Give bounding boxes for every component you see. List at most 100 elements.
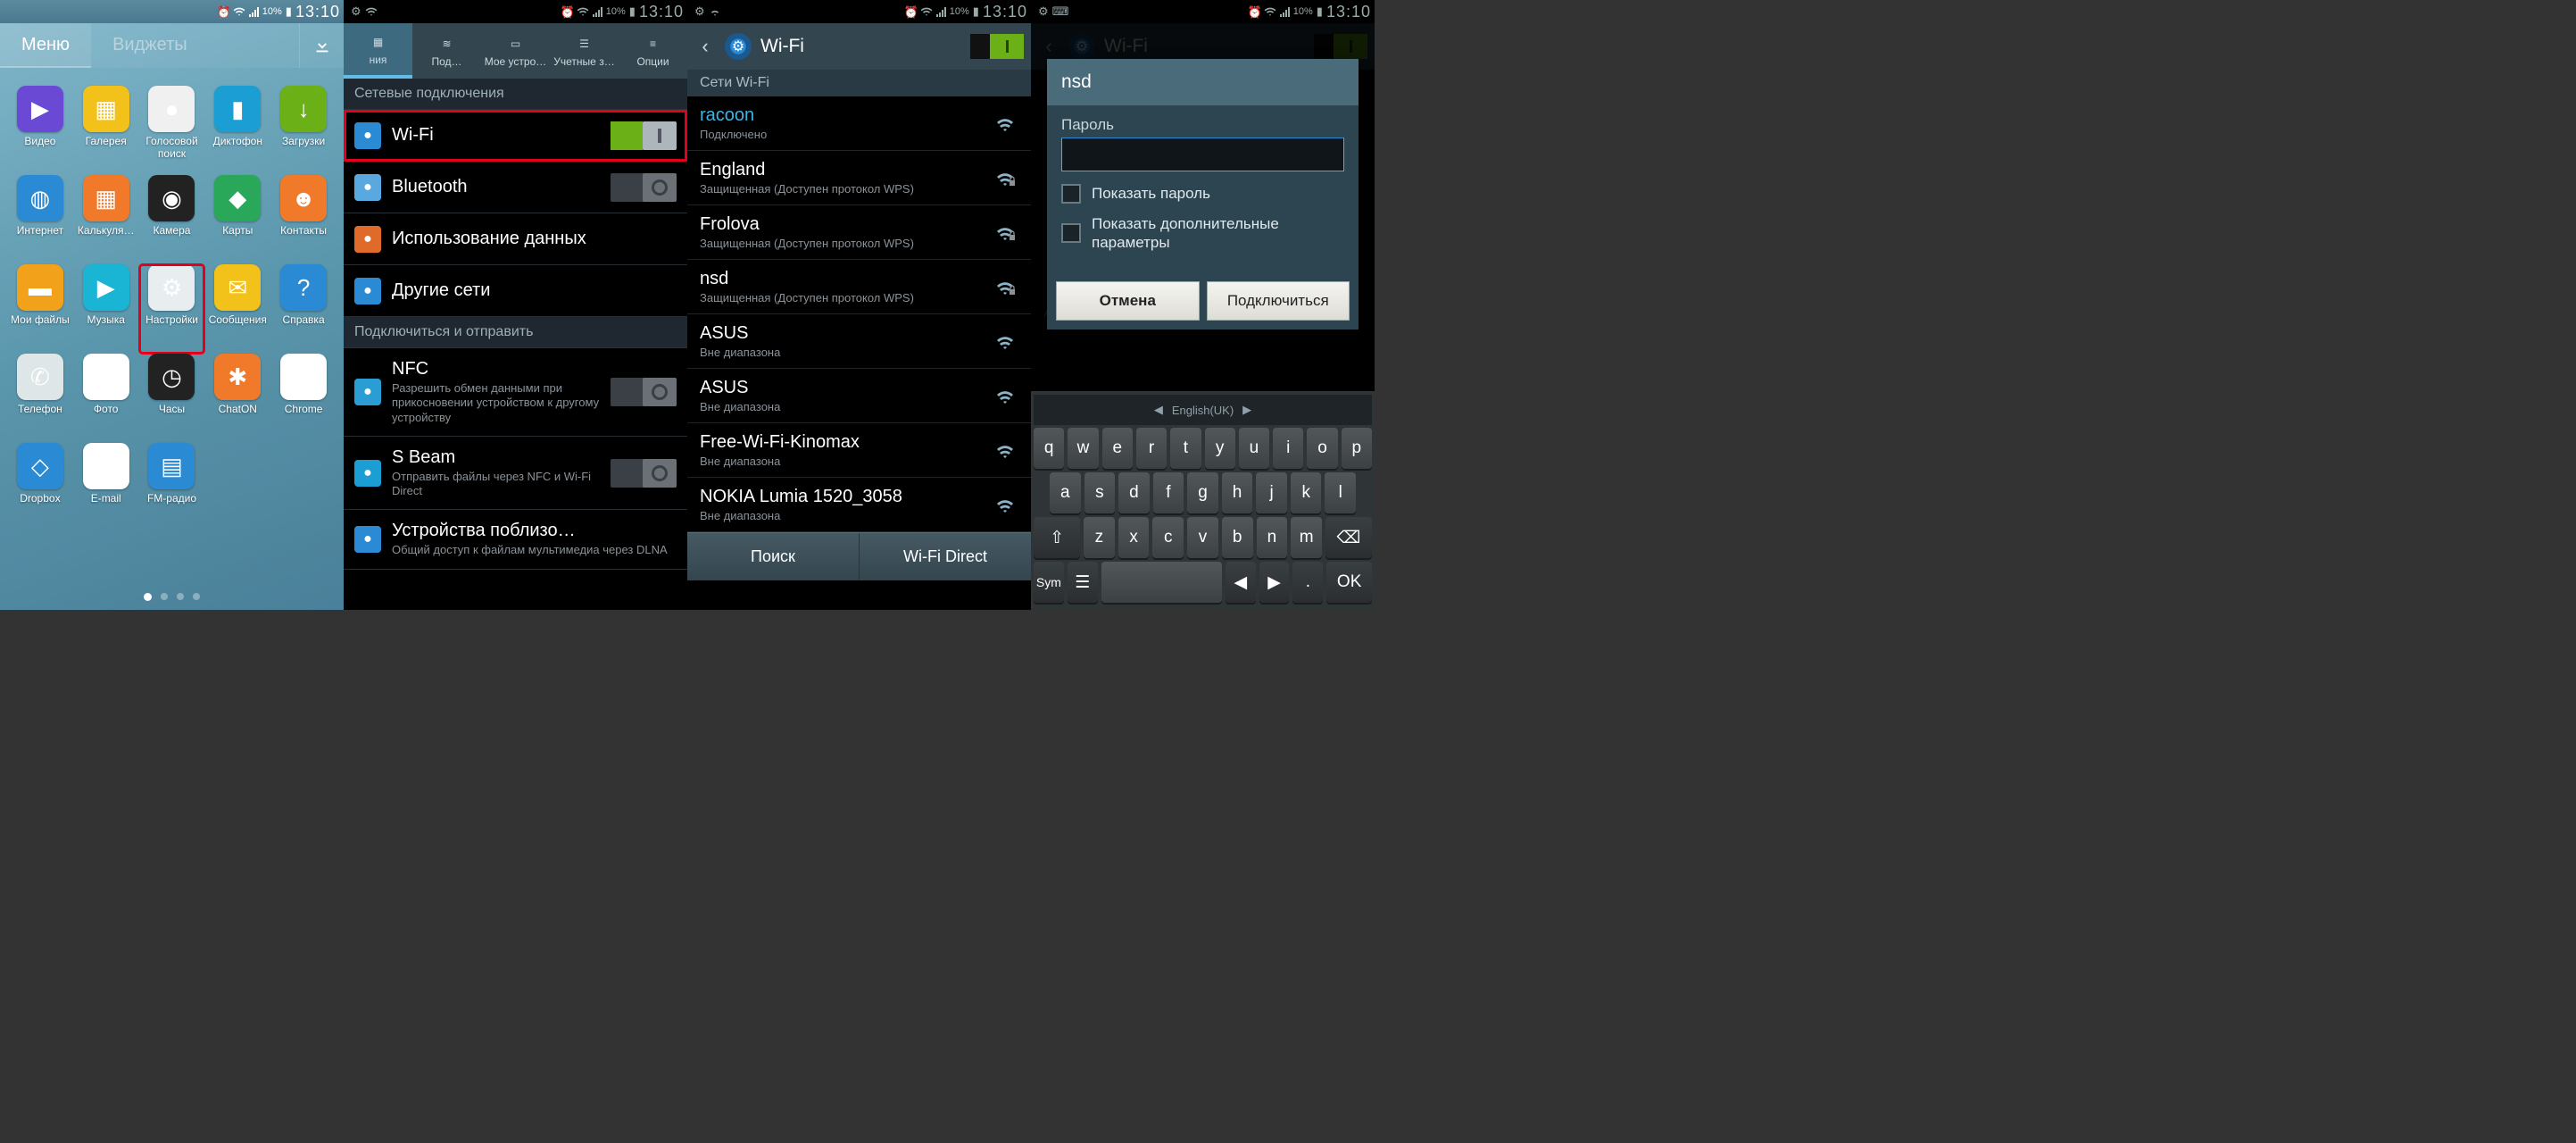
key[interactable]: l (1325, 472, 1356, 513)
key[interactable]: k (1291, 472, 1322, 513)
key[interactable]: b (1222, 517, 1253, 558)
checkbox-icon[interactable] (1061, 223, 1081, 243)
app-icon-калькуля-[interactable]: ▦Калькуля… (73, 175, 139, 264)
page-dot[interactable] (177, 593, 184, 600)
wifi-network-row[interactable]: Free-Wi-Fi-KinomaxВне диапазона (687, 423, 1031, 478)
app-icon-chrome[interactable]: ◉Chrome (270, 354, 337, 443)
app-icon-фото[interactable]: ◆Фото (73, 354, 139, 443)
app-icon-настройки[interactable]: ⚙Настройки (139, 264, 205, 354)
settings-tab[interactable]: ▦ния (344, 23, 412, 79)
wifi-network-row[interactable]: ASUSВне диапазона (687, 369, 1031, 423)
key[interactable]: u (1239, 428, 1269, 469)
toggle-switch[interactable] (611, 378, 677, 406)
settings-row[interactable]: ●Wi-Fi (344, 110, 687, 162)
app-icon-e-mail[interactable]: ✉E-mail (73, 443, 139, 532)
key[interactable]: n (1257, 517, 1288, 558)
toggle-switch[interactable] (611, 459, 677, 488)
settings-tab[interactable]: ☰Учетные з… (550, 23, 619, 79)
app-icon-dropbox[interactable]: ◇Dropbox (7, 443, 73, 532)
wifi-network-row[interactable]: NOKIA Lumia 1520_3058Вне диапазона (687, 478, 1031, 532)
shift-key[interactable]: ⇧ (1034, 517, 1080, 558)
key[interactable]: d (1118, 472, 1150, 513)
settings-key[interactable]: ☰ (1068, 562, 1098, 603)
wifi-network-row[interactable]: racoonПодключено (687, 96, 1031, 151)
app-icon-карты[interactable]: ◆Карты (204, 175, 270, 264)
app-icon-видео[interactable]: ▶Видео (7, 86, 73, 175)
settings-row[interactable]: ●NFCРазрешить обмен данными при прикосно… (344, 348, 687, 437)
password-input[interactable] (1061, 138, 1344, 171)
wifi-network-row[interactable]: ASUSВне диапазона (687, 314, 1031, 369)
app-icon-chaton[interactable]: ✱ChatON (204, 354, 270, 443)
app-icon-контакты[interactable]: ☻Контакты (270, 175, 337, 264)
key[interactable]: ▶ (1259, 562, 1290, 603)
wifi-network-row[interactable]: EnglandЗащищенная (Доступен протокол WPS… (687, 151, 1031, 205)
settings-tab[interactable]: ▭Мое устро… (481, 23, 550, 79)
settings-row[interactable]: ●S BeamОтправить файлы через NFC и Wi-Fi… (344, 437, 687, 511)
app-icon-справка[interactable]: ?Справка (270, 264, 337, 354)
key[interactable]: y (1205, 428, 1235, 469)
backspace-key[interactable]: ⌫ (1325, 517, 1372, 558)
toggle-switch[interactable] (611, 173, 677, 202)
key[interactable]: t (1170, 428, 1201, 469)
key[interactable]: o (1307, 428, 1337, 469)
settings-row[interactable]: ●Bluetooth (344, 162, 687, 213)
search-button[interactable]: Поиск (687, 533, 860, 580)
cancel-button[interactable]: Отмена (1056, 281, 1200, 321)
key[interactable]: m (1291, 517, 1322, 558)
settings-tab[interactable]: ≋Под… (412, 23, 481, 79)
app-icon-загрузки[interactable]: ↓Загрузки (270, 86, 337, 175)
key[interactable]: . (1292, 562, 1323, 603)
ok-key[interactable]: OK (1326, 562, 1372, 603)
key[interactable]: ◀ (1226, 562, 1256, 603)
app-icon-интернет[interactable]: ◍Интернет (7, 175, 73, 264)
space-key[interactable] (1101, 562, 1222, 603)
key[interactable]: i (1273, 428, 1303, 469)
settings-row[interactable]: ●Устройства поблизо…Общий доступ к файла… (344, 510, 687, 569)
page-dot[interactable] (144, 593, 152, 601)
toggle-switch[interactable] (611, 121, 677, 150)
key[interactable]: j (1256, 472, 1287, 513)
app-icon-fm-радио[interactable]: ▤FM-радио (139, 443, 205, 532)
wifi-toggle[interactable] (970, 34, 1024, 59)
back-icon[interactable]: ‹ (694, 36, 716, 57)
page-dot[interactable] (161, 593, 168, 600)
key[interactable]: r (1136, 428, 1167, 469)
app-icon-галерея[interactable]: ▦Галерея (73, 86, 139, 175)
settings-tab[interactable]: ≡Опции (619, 23, 687, 79)
app-icon-музыка[interactable]: ▶Музыка (73, 264, 139, 354)
app-icon-телефон[interactable]: ✆Телефон (7, 354, 73, 443)
key[interactable]: g (1187, 472, 1218, 513)
sym-key[interactable]: Sym (1034, 562, 1064, 603)
show-password-row[interactable]: Показать пароль (1061, 184, 1344, 204)
wifi-network-row[interactable]: nsdЗащищенная (Доступен протокол WPS) (687, 260, 1031, 314)
key[interactable]: h (1222, 472, 1253, 513)
app-icon-диктофон[interactable]: ▮Диктофон (204, 86, 270, 175)
key[interactable]: a (1050, 472, 1081, 513)
download-button[interactable] (299, 23, 344, 68)
keyboard-language[interactable]: English(UK) (1172, 404, 1234, 417)
tab-menu[interactable]: Меню (0, 23, 91, 68)
key[interactable]: v (1187, 517, 1218, 558)
key[interactable]: e (1102, 428, 1133, 469)
connect-button[interactable]: Подключиться (1207, 281, 1350, 321)
settings-row[interactable]: ●Другие сети (344, 265, 687, 317)
key[interactable]: c (1152, 517, 1184, 558)
app-icon-голосовой-поиск[interactable]: ●Голосовой поиск (139, 86, 205, 175)
page-dot[interactable] (193, 593, 200, 600)
app-icon-камера[interactable]: ◉Камера (139, 175, 205, 264)
key[interactable]: w (1068, 428, 1098, 469)
settings-row[interactable]: ●Использование данных (344, 213, 687, 265)
show-advanced-row[interactable]: Показать дополнительные параметры (1061, 214, 1344, 253)
key[interactable]: p (1342, 428, 1372, 469)
key[interactable]: s (1084, 472, 1116, 513)
app-icon-мои-файлы[interactable]: ▬Мои файлы (7, 264, 73, 354)
key[interactable]: q (1034, 428, 1064, 469)
key[interactable]: z (1084, 517, 1115, 558)
wifi-direct-button[interactable]: Wi-Fi Direct (860, 533, 1031, 580)
key[interactable]: f (1153, 472, 1184, 513)
tab-widgets[interactable]: Виджеты (91, 23, 209, 68)
app-icon-часы[interactable]: ◷Часы (139, 354, 205, 443)
key[interactable]: x (1118, 517, 1150, 558)
checkbox-icon[interactable] (1061, 184, 1081, 204)
app-icon-сообщения[interactable]: ✉Сообщения (204, 264, 270, 354)
